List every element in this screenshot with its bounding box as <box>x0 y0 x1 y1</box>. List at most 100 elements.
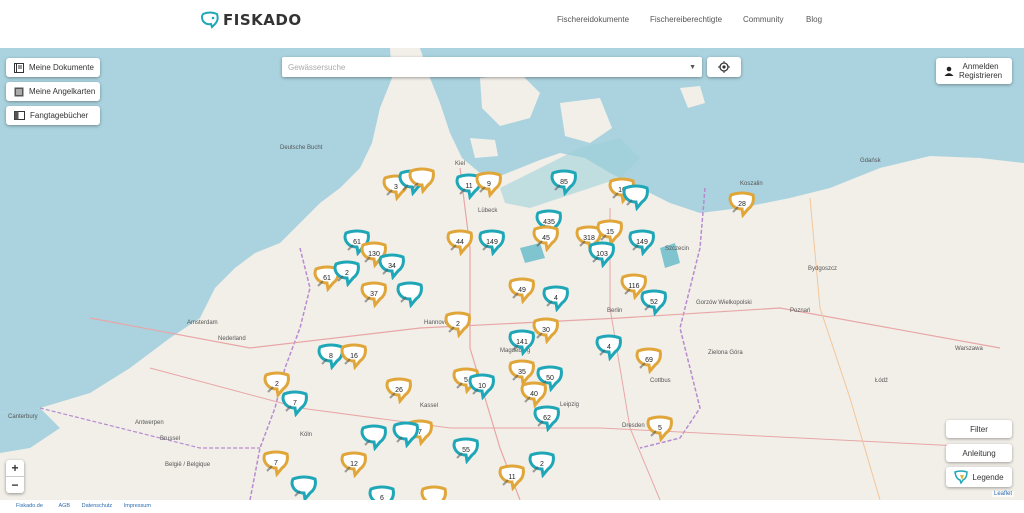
marker-count-label: 12 <box>350 460 358 468</box>
fishing-spot-marker[interactable]: 103 <box>588 240 616 269</box>
fishing-spot-marker[interactable]: 45 <box>532 224 560 253</box>
fishing-spot-marker[interactable]: 2 <box>444 310 472 339</box>
map-label-cottbus: Cottbus <box>650 378 671 384</box>
marker-count-label: 28 <box>738 200 746 208</box>
fiskado-logo[interactable]: FISKADO <box>200 11 302 29</box>
water-search-input[interactable]: Gewässersuche ▼ <box>282 57 702 77</box>
footer-site-link[interactable]: Fiskado.de <box>16 503 43 509</box>
my-fishing-cards-button[interactable]: Meine Angelkarten <box>6 82 100 101</box>
map-label-antwerpen: Antwerpen <box>135 420 164 426</box>
marker-count-label: 44 <box>456 238 464 246</box>
fishing-spot-marker[interactable] <box>290 474 318 500</box>
crosshair-icon <box>718 61 730 73</box>
fishing-spot-marker[interactable] <box>420 484 448 500</box>
nav-blog[interactable]: Blog <box>806 15 822 24</box>
fishing-spot-marker[interactable]: 55 <box>452 436 480 465</box>
fishing-spot-marker[interactable]: 5 <box>646 414 674 443</box>
marker-count-label: 30 <box>542 326 550 334</box>
marker-count-label: 2 <box>456 320 460 328</box>
fishing-spot-marker[interactable]: 16 <box>340 342 368 371</box>
marker-count-label <box>290 474 318 500</box>
marker-count-label <box>622 183 650 211</box>
fishing-spot-marker[interactable]: 28 <box>728 190 756 219</box>
fishing-spot-marker[interactable]: 141 <box>508 328 536 357</box>
fishing-spot-marker[interactable]: 62 <box>533 404 561 433</box>
marker-count-label: 45 <box>542 234 550 242</box>
nav-fischereidokumente[interactable]: Fischereidokumente <box>557 15 629 24</box>
fishing-spot-marker[interactable]: 44 <box>446 228 474 257</box>
dropdown-caret-icon[interactable]: ▼ <box>689 64 696 71</box>
fishing-spot-marker[interactable]: 4 <box>595 333 623 362</box>
map-label-szczecin: Szczecin <box>665 246 690 252</box>
fishing-spot-marker[interactable]: 85 <box>550 168 578 197</box>
fishing-spot-marker[interactable] <box>392 420 420 449</box>
documents-icon <box>14 62 24 73</box>
fishing-spot-marker[interactable]: 69 <box>635 346 663 375</box>
map-base-layer <box>0 48 1024 500</box>
marker-count-label: 2 <box>540 460 544 468</box>
marker-count-label: 85 <box>560 178 568 186</box>
list-card-icon <box>14 87 24 97</box>
filter-button[interactable]: Filter <box>946 420 1012 438</box>
map-label-canterbury: Canterbury <box>8 414 38 420</box>
fishing-spot-marker[interactable]: 2 <box>528 450 556 479</box>
fishing-spot-marker[interactable]: 11 <box>498 463 526 492</box>
marker-count-label: 11 <box>508 473 516 481</box>
map-label-deutsche-bucht: Deutsche Bucht <box>280 145 323 151</box>
fishing-spot-marker[interactable]: 52 <box>640 288 668 317</box>
my-documents-button[interactable]: Meine Dokumente <box>6 58 100 77</box>
map-label-dresden: Dresden <box>622 423 645 429</box>
guide-button[interactable]: Anleitung <box>946 444 1012 462</box>
marker-count-label: 103 <box>596 250 608 258</box>
map-label-warszawa: Warszawa <box>955 346 983 352</box>
leaflet-attribution[interactable]: Leaflet <box>991 491 1014 497</box>
footer-imprint-link[interactable]: Impressum <box>124 503 151 509</box>
nav-fischereiberechtigte[interactable]: Fischereiberechtigte <box>650 15 722 24</box>
fishing-spot-marker[interactable]: 149 <box>478 228 506 257</box>
legend-label: Legende <box>972 472 1004 482</box>
marker-count-label: 149 <box>636 238 648 246</box>
fish-logo-icon <box>201 11 219 29</box>
guide-label: Anleitung <box>962 448 996 458</box>
map-label-luebeck: Lübeck <box>478 208 498 214</box>
marker-count-label: 62 <box>543 414 551 422</box>
fishing-spot-marker[interactable]: 9 <box>475 170 503 199</box>
fishing-spot-marker[interactable]: 49 <box>508 276 536 305</box>
fishing-spot-marker[interactable]: 26 <box>385 376 413 405</box>
marker-count-label: 49 <box>518 286 526 294</box>
fishing-spot-marker[interactable]: 34 <box>378 252 406 281</box>
footer-agb-link[interactable]: AGB <box>58 503 70 509</box>
locate-me-button[interactable] <box>707 57 741 77</box>
footer-privacy-link[interactable]: Datenschutz <box>82 503 113 509</box>
logbooks-button[interactable]: Fangtagebücher <box>6 106 100 125</box>
fishing-spot-marker[interactable]: 6 <box>368 484 396 500</box>
fishing-spot-marker[interactable] <box>408 166 436 195</box>
fishing-map[interactable]: Deutsche Bucht Kiel Lübeck Szczecin Gdań… <box>0 48 1024 500</box>
fishing-spot-marker[interactable]: 37 <box>360 280 388 309</box>
login-register-button[interactable]: Anmelden Registrieren <box>936 58 1012 84</box>
marker-count-label <box>396 280 424 308</box>
legend-button[interactable]: Legende <box>946 467 1012 487</box>
fishing-spot-marker[interactable]: 2 <box>333 259 361 288</box>
zoom-in-button[interactable]: + <box>6 460 24 476</box>
nav-community[interactable]: Community <box>743 15 783 24</box>
fishing-spot-marker[interactable] <box>360 423 388 452</box>
login-label: Anmelden <box>962 62 999 71</box>
fishing-spot-marker[interactable] <box>396 280 424 309</box>
marker-count-label: 10 <box>478 382 486 390</box>
map-label-lodz: Łódź <box>875 378 889 384</box>
zoom-out-button[interactable]: − <box>6 476 24 493</box>
map-label-zielona-gora: Zielona Góra <box>708 350 743 356</box>
marker-count-label: 4 <box>554 294 558 302</box>
fishing-spot-marker[interactable]: 149 <box>628 228 656 257</box>
my-documents-label: Meine Dokumente <box>29 63 94 72</box>
fishing-spot-marker[interactable]: 12 <box>340 450 368 479</box>
fishing-spot-marker[interactable]: 7 <box>281 389 309 418</box>
fishing-spot-marker[interactable]: 30 <box>532 316 560 345</box>
map-label-brussel: Brussel <box>160 436 181 442</box>
fishing-spot-marker[interactable]: 4 <box>542 284 570 313</box>
fishing-spot-marker[interactable]: 7 <box>262 449 290 478</box>
fishing-spot-marker[interactable]: 10 <box>468 372 496 401</box>
register-label: Registrieren <box>959 71 1003 80</box>
fishing-spot-marker[interactable] <box>622 183 650 212</box>
